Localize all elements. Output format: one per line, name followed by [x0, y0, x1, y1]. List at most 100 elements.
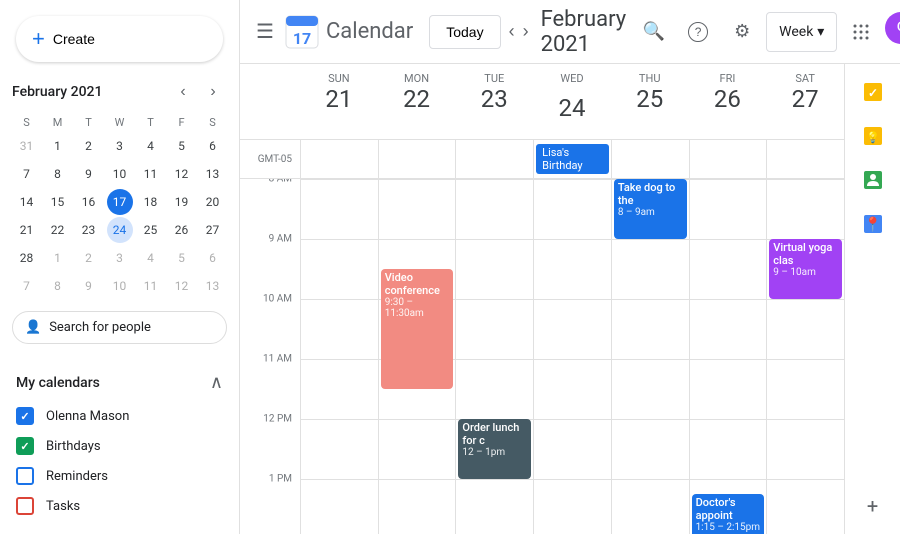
event-doctors-appoint[interactable]: Doctor's appoint1:15 – 2:15pm	[692, 494, 765, 534]
day-name: SUN	[300, 72, 378, 85]
day-name: THU	[611, 72, 689, 85]
mini-cal-day[interactable]: 7	[14, 161, 40, 187]
mini-cal-day-header: M	[43, 114, 72, 131]
hour-line	[534, 239, 611, 240]
mini-cal-day[interactable]: 8	[45, 161, 71, 187]
hour-line	[612, 479, 689, 480]
time-label: 8 AM	[269, 179, 292, 185]
create-button[interactable]: + Create	[16, 16, 223, 62]
mini-cal-day[interactable]: 31	[14, 133, 40, 159]
mini-cal-next[interactable]: ›	[199, 78, 227, 106]
mini-cal-day[interactable]: 26	[169, 217, 195, 243]
day-column: Doctor's appoint1:15 – 2:15pm	[689, 179, 767, 534]
apps-button[interactable]	[841, 12, 881, 52]
day-number[interactable]: 24	[549, 85, 595, 131]
mini-cal-day[interactable]: 6	[200, 133, 226, 159]
mini-cal-day[interactable]: 3	[107, 133, 133, 159]
mini-cal-day[interactable]: 10	[107, 161, 133, 187]
mini-cal-day[interactable]: 1	[45, 133, 71, 159]
allday-mon	[378, 140, 456, 178]
mini-cal-day[interactable]: 17	[107, 189, 133, 215]
my-calendar-item[interactable]: Tasks	[0, 491, 239, 521]
mini-cal-day[interactable]: 5	[169, 133, 195, 159]
event-video-conference[interactable]: Video conference9:30 – 11:30am	[381, 269, 454, 389]
day-number[interactable]: 27	[766, 85, 844, 114]
google-tasks-icon[interactable]: ✓	[853, 72, 893, 112]
mini-cal-day[interactable]: 12	[169, 161, 195, 187]
mini-cal-day[interactable]: 18	[138, 189, 164, 215]
mini-calendar: February 2021 ‹ › SMTWTFS311234567891011…	[0, 78, 239, 299]
mini-cal-day[interactable]: 9	[76, 161, 102, 187]
day-number[interactable]: 21	[300, 85, 378, 114]
mini-cal-prev[interactable]: ‹	[169, 78, 197, 106]
event-order-lunch[interactable]: Order lunch for c12 – 1pm	[458, 419, 531, 479]
day-column: Virtual team me3 – 4pm	[533, 179, 611, 534]
event-virtual-yoga[interactable]: Virtual yoga clas9 – 10am	[769, 239, 842, 299]
mini-cal-day[interactable]: 13	[200, 273, 226, 299]
mini-cal-day[interactable]: 24	[107, 217, 133, 243]
my-calendars-label: My calendars	[16, 375, 100, 391]
add-other-icon[interactable]: +	[853, 486, 893, 526]
mini-cal-day[interactable]: 28	[14, 245, 40, 271]
mini-cal-day[interactable]: 5	[169, 245, 195, 271]
lisas-birthday-event[interactable]: Lisa's Birthday	[536, 144, 609, 174]
event-time: 1:15 – 2:15pm	[696, 522, 761, 533]
google-keep-icon[interactable]: 💡	[853, 116, 893, 156]
google-maps-icon[interactable]: 📍	[853, 204, 893, 244]
my-calendars-header[interactable]: My calendars ∧	[0, 364, 239, 401]
mini-cal-day[interactable]: 19	[169, 189, 195, 215]
event-take-dog[interactable]: Take dog to the8 – 9am	[614, 179, 687, 239]
search-people[interactable]: 👤 Search for people	[12, 311, 227, 344]
mini-cal-day[interactable]: 1	[45, 245, 71, 271]
today-button[interactable]: Today	[429, 15, 500, 49]
mini-cal-day[interactable]: 21	[14, 217, 40, 243]
help-button[interactable]: ?	[678, 12, 718, 52]
my-calendar-item[interactable]: Reminders	[0, 461, 239, 491]
mini-cal-day[interactable]: 2	[76, 245, 102, 271]
mini-cal-day[interactable]: 15	[45, 189, 71, 215]
mini-cal-day[interactable]: 25	[138, 217, 164, 243]
mini-cal-day[interactable]: 7	[14, 273, 40, 299]
mini-cal-day[interactable]: 13	[200, 161, 226, 187]
mini-cal-day[interactable]: 11	[138, 273, 164, 299]
mini-cal-day[interactable]: 14	[14, 189, 40, 215]
time-label: 11 AM	[263, 354, 292, 365]
hour-line	[379, 179, 456, 180]
day-number[interactable]: 26	[689, 85, 767, 114]
google-contacts-icon[interactable]	[853, 160, 893, 200]
mini-cal-day[interactable]: 9	[76, 273, 102, 299]
mini-cal-day[interactable]: 3	[107, 245, 133, 271]
mini-cal-day[interactable]: 22	[45, 217, 71, 243]
day-number[interactable]: 22	[378, 85, 456, 114]
mini-cal-day[interactable]: 8	[45, 273, 71, 299]
day-column: Order lunch for c12 – 1pm	[455, 179, 533, 534]
event-time: 12 – 1pm	[462, 447, 527, 458]
hour-line	[767, 179, 844, 180]
mini-cal-day[interactable]: 16	[76, 189, 102, 215]
mini-cal-day[interactable]: 4	[138, 133, 164, 159]
mini-cal-day[interactable]: 27	[200, 217, 226, 243]
my-calendar-item[interactable]: Olenna Mason	[0, 401, 239, 431]
prev-week-button[interactable]: ‹	[509, 12, 515, 52]
search-button[interactable]: 🔍	[634, 12, 674, 52]
mini-cal-day[interactable]: 10	[107, 273, 133, 299]
view-dropdown[interactable]: Week ▾	[766, 12, 837, 52]
avatar[interactable]: O	[885, 12, 900, 44]
day-header-cell: THU25	[611, 64, 689, 139]
settings-button[interactable]: ⚙	[722, 12, 762, 52]
mini-cal-day[interactable]: 2	[76, 133, 102, 159]
top-header: ☰ 17 Calendar Today ‹ › February 2021	[240, 0, 900, 64]
mini-cal-day[interactable]: 23	[76, 217, 102, 243]
day-number[interactable]: 25	[611, 85, 689, 114]
mini-cal-day-header: S	[198, 114, 227, 131]
mini-cal-day[interactable]: 6	[200, 245, 226, 271]
calendar-name: Olenna Mason	[46, 409, 129, 424]
day-number[interactable]: 23	[455, 85, 533, 114]
mini-cal-day[interactable]: 20	[200, 189, 226, 215]
mini-cal-day[interactable]: 12	[169, 273, 195, 299]
mini-cal-day[interactable]: 11	[138, 161, 164, 187]
mini-cal-day[interactable]: 4	[138, 245, 164, 271]
hamburger-menu[interactable]: ☰	[256, 12, 274, 52]
my-calendar-item[interactable]: Birthdays	[0, 431, 239, 461]
next-week-button[interactable]: ›	[523, 12, 529, 52]
